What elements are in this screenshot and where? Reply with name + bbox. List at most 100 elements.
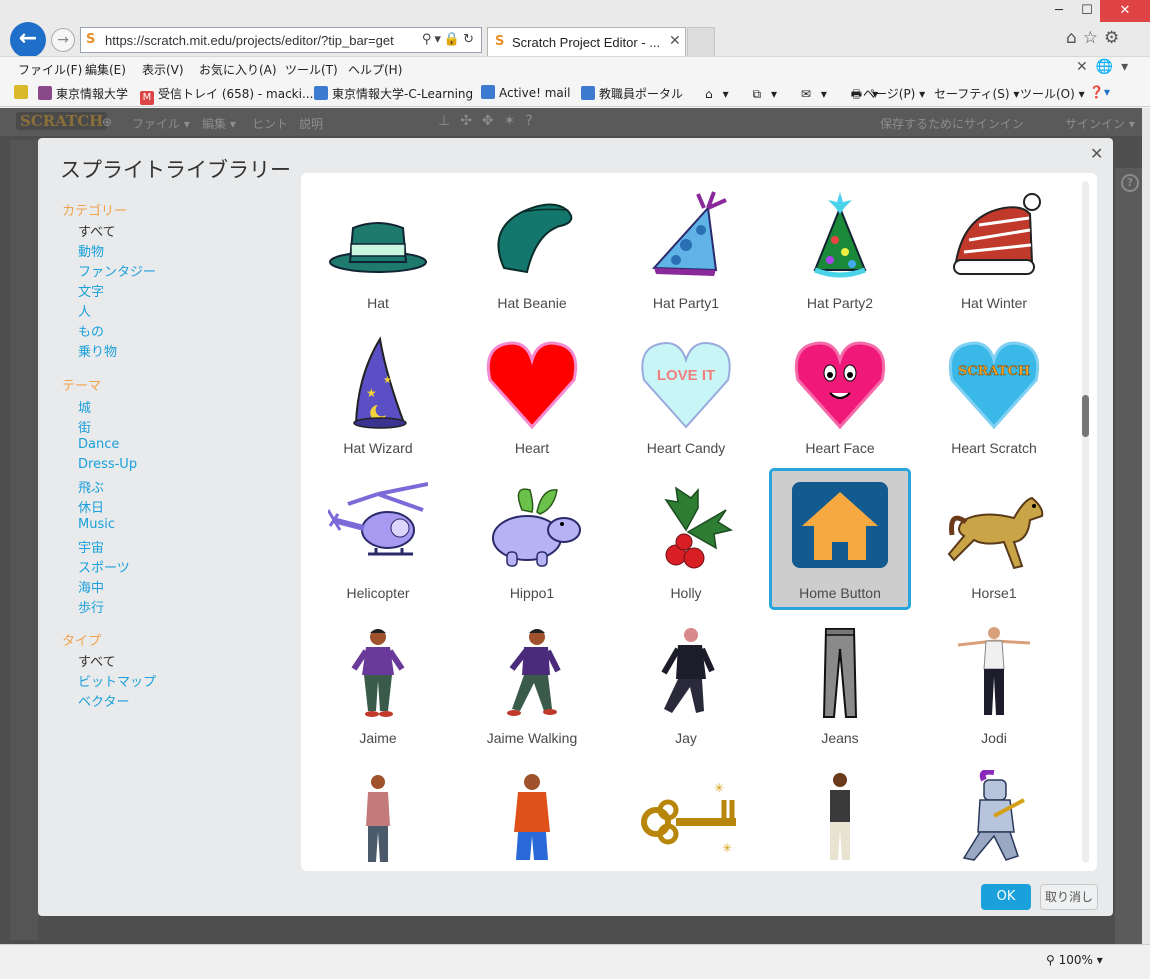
sprite-tile-heart-face[interactable]: Heart Face [769,323,911,465]
sprite-tile-hat-winter[interactable]: Hat Winter [923,178,1065,320]
svg-text:✳: ✳ [722,841,732,855]
close-translate-icons[interactable]: ✕🌐▾ [1076,59,1136,75]
address-bar[interactable]: S https://scratch.mit.edu/projects/edito… [80,27,482,53]
signin-link[interactable]: サインイン ▾ [1065,115,1135,132]
sprite-tile-home-button[interactable]: Home Button [769,468,911,610]
theme-sports[interactable]: スポーツ [78,557,130,576]
menu-file[interactable]: ファイル(F) [18,61,82,78]
favorite-portal[interactable]: 教職員ポータル [581,85,683,102]
favorite-active-mail[interactable]: Active! mail [481,85,570,100]
theme-city[interactable]: 街 [78,417,91,436]
type-vector[interactable]: ベクター [78,691,129,710]
menu-edit[interactable]: 編集(E) [85,61,126,78]
sprite-tile-jaime-walking[interactable]: Jaime Walking [461,613,603,755]
tools-menu[interactable]: ツール(O) ▾ [1020,85,1085,102]
category-people[interactable]: 人 [78,301,91,320]
maximize-button[interactable]: ☐ [1071,0,1103,22]
theme-walking[interactable]: 歩行 [78,597,104,616]
grid-scrollbar-thumb[interactable] [1082,395,1089,437]
sprite-tile-heart-candy[interactable]: LOVE IT Heart Candy [615,323,757,465]
menu-view[interactable]: 表示(V) [142,61,184,78]
scratch-menu-bar: SCRATCH ⊕ ファイル ▾ 編集 ▾ ヒント 説明 ⊥✣✥✶? 保存するた… [0,108,1142,136]
sprite-tile-hat-party2[interactable]: Hat Party2 [769,178,911,320]
sprite-tile-person-c[interactable] [769,758,911,871]
forward-button[interactable]: → [51,28,75,52]
window-close-button[interactable]: ✕ [1100,0,1150,22]
theme-dress-up[interactable]: Dress-Up [78,457,137,472]
sprite-library-dialog: スプライトライブラリー ✕ カテゴリー すべて 動物 ファンタジー 文字 人 も… [38,138,1113,916]
category-letters[interactable]: 文字 [78,281,104,300]
scratch-menu-edit[interactable]: 編集 ▾ [202,115,236,132]
menu-favorites[interactable]: お気に入り(A) [199,61,277,78]
sprite-tile-horse1[interactable]: Horse1 [923,468,1065,610]
favorite-c-learning[interactable]: 東京情報大学-C-Learning [314,85,473,102]
type-bitmap[interactable]: ビットマップ [78,671,156,690]
sprite-tile-jeans[interactable]: Jeans [769,613,911,755]
sprite-tool-icons[interactable]: ⊥✣✥✶? [438,113,543,129]
cancel-button[interactable]: 取り消し [1040,884,1098,910]
home-icon [792,482,888,568]
new-tab-button[interactable] [687,27,715,56]
tab-favicon-icon: S [495,34,505,49]
sprite-tile-hat-wizard[interactable]: ★ ★ Hat Wizard [307,323,449,465]
command-bar-icons[interactable]: ⌂▾ ⧉▾ ✉▾ 🖶▾ [705,85,888,106]
sprite-tile-helicopter[interactable]: Helicopter [307,468,449,610]
help-question-icon[interactable]: ? [1121,174,1139,192]
menu-help[interactable]: ヘルプ(H) [348,61,402,78]
ok-button[interactable]: OK [981,884,1031,910]
category-animals[interactable]: 動物 [78,241,104,260]
sprite-tile-jay[interactable]: Jay [615,613,757,755]
category-things[interactable]: もの [78,321,104,340]
page-menu[interactable]: ページ(P) ▾ [863,85,925,102]
category-fantasy[interactable]: ファンタジー [78,261,156,280]
sprite-tile-person-a[interactable] [307,758,449,871]
globe-icon[interactable]: ⊕ [102,115,112,129]
sprite-tile-holly[interactable]: Holly [615,468,757,610]
type-all[interactable]: すべて [78,651,116,670]
sprite-tile-heart[interactable]: Heart [461,323,603,465]
tab-close-icon[interactable]: ✕ [669,33,681,49]
zoom-icon: ⚲ [1046,953,1059,967]
address-bar-tools-icon[interactable]: ⚲▾🔒↻ [422,32,477,47]
sprite-tile-jaime[interactable]: Jaime [307,613,449,755]
sprite-tile-key[interactable]: ✳ ✳ [615,758,757,871]
sprite-tile-hippo1[interactable]: Hippo1 [461,468,603,610]
theme-dance[interactable]: Dance [78,437,119,452]
page-scrollbar[interactable] [1142,108,1150,944]
heart-icon [486,341,578,430]
help-icon[interactable]: ❓▾ [1089,85,1110,99]
signin-to-save[interactable]: 保存するためにサインイン [880,115,1024,132]
grid-scrollbar[interactable] [1082,181,1089,863]
safety-menu[interactable]: セーフティ(S) ▾ [934,85,1019,102]
category-transportation[interactable]: 乗り物 [78,341,117,360]
sprite-tile-hat[interactable]: Hat [307,178,449,320]
sprite-tile-knight[interactable] [923,758,1065,871]
menu-tools[interactable]: ツール(T) [285,61,338,78]
theme-music[interactable]: Music [78,517,115,532]
sprite-tile-person-b[interactable] [461,758,603,871]
category-all[interactable]: すべて [78,221,116,240]
favorites-star-icon[interactable] [14,85,32,100]
tab-title: Scratch Project Editor - ... [512,35,661,50]
theme-flying[interactable]: 飛ぶ [78,477,104,496]
scratch-menu-tips[interactable]: ヒント [252,115,288,132]
theme-space[interactable]: 宇宙 [78,537,104,556]
sprite-tile-jodi[interactable]: Jodi [923,613,1065,755]
zoom-level[interactable]: ⚲ 100% ▾ [1046,953,1103,967]
tab-scratch-editor[interactable]: S Scratch Project Editor - ... ✕ [487,27,686,56]
sprite-tile-hat-beanie[interactable]: Hat Beanie [461,178,603,320]
close-icon[interactable]: ✕ [1090,144,1103,163]
winter-hat-icon [953,193,1041,275]
back-button[interactable]: ← [10,22,46,58]
favorite-gmail[interactable]: M 受信トレイ (658) - macki... [140,85,313,105]
home-favorites-settings-icons[interactable]: ⌂☆⚙ [1066,28,1125,48]
scratch-menu-about[interactable]: 説明 [299,115,323,132]
scratch-menu-file[interactable]: ファイル ▾ [132,115,190,132]
theme-underwater[interactable]: 海中 [78,577,104,596]
sprite-tile-heart-scratch[interactable]: SCRATCH Heart Scratch [923,323,1065,465]
theme-castle[interactable]: 城 [78,397,91,416]
scratch-logo[interactable]: SCRATCH [16,112,108,130]
sprite-tile-hat-party1[interactable]: Hat Party1 [615,178,757,320]
theme-holiday[interactable]: 休日 [78,497,104,516]
favorite-tuis[interactable]: 東京情報大学 [38,85,128,102]
